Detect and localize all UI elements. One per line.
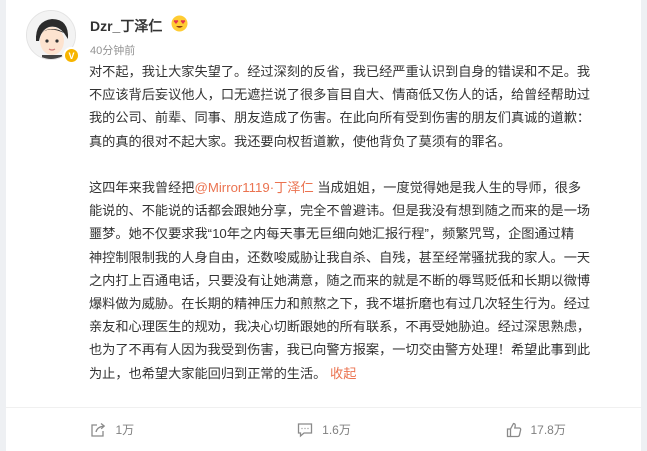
weibo-post-card: V Dzr_丁泽仁 40分钟前 对不起，我让大家失望了。经过深刻的反省，我已经严… — [6, 0, 641, 451]
post-line: 爆料做为威胁。在长期的精神压力和煎熬之下，我不堪折磨也有过几次轻生行为。经过 — [89, 296, 591, 312]
post-line: 为止，也希望大家能回归到正常的生活。 收起 — [89, 362, 625, 385]
heart-eyes-emoji-icon — [171, 15, 188, 32]
user-mention-link[interactable]: @Mirror1119·丁泽仁 — [195, 180, 314, 195]
post-line: 神控制限制我的人身自由，还数唆威胁让我自杀、自残，甚至经常骚扰我的家人。一天 — [89, 249, 591, 265]
post-line: 这四年来我曾经把@Mirror1119·丁泽仁 当成姐姐，一度觉得她是我人生的导… — [89, 176, 625, 199]
post-text-fragment: 这四年来我曾经把 — [89, 180, 195, 195]
post-text: 对不起，我让大家失望了。经过深刻的反省，我已经严重认识到自身的错误和不足。我 不… — [89, 60, 625, 385]
share-count: 1万 — [115, 423, 135, 437]
post-line: 不应该背后妄议他人，口无遮拦说了很多盲目自大、情商低又伤人的话，给曾经帮助过 — [89, 87, 591, 103]
comment-count: 1.6万 — [322, 423, 351, 437]
like-button[interactable]: 17.8万 — [429, 408, 641, 451]
post-line: 亲友和心理医生的规劝，我决心切断跟她的所有联系，不再受她胁迫。经过深思熟虑， — [89, 319, 591, 335]
post-line: 能说的、不能说的话都会跟她分享，完全不曾避讳。但是我没有想到随之而来的是一场 — [89, 203, 591, 219]
like-count: 17.8万 — [530, 423, 566, 437]
share-button[interactable]: 1万 — [6, 408, 218, 451]
action-bar: 1万 1.6万 17.8万 — [6, 407, 641, 451]
post-line: 之内打上百通电话，只要没有让她满意，随之而来的就是不断的辱骂贬低和长期以微博 — [89, 272, 591, 288]
post-text-fragment: 为止，也希望大家能回归到正常的生活。 — [89, 365, 331, 381]
post-line: 也为了不再有人因为我受到伤害，我已向警方报案，一切交由警方处理！希望此事到此 — [89, 342, 591, 358]
post-timestamp[interactable]: 40分钟前 — [90, 42, 135, 58]
post-line: 噩梦。她不仅要求我“10年之内每天事无巨细向她汇报行程”，频繁咒骂，企图通过精 — [89, 226, 575, 242]
post-line: 我的公司、前辈、同事、朋友造成了伤害。在此向所有受到伤害的朋友们真诚的道歉： — [89, 110, 591, 126]
comment-icon — [296, 421, 314, 439]
thumbs-up-icon — [505, 421, 523, 439]
post-line: 真的真的很对不起大家。我还要向权哲道歉，使他背负了莫须有的罪名。 — [89, 133, 511, 149]
share-icon — [89, 421, 107, 439]
avatar[interactable]: V — [26, 10, 80, 64]
comment-button[interactable]: 1.6万 — [218, 408, 430, 451]
post-line: 对不起，我让大家失望了。经过深刻的反省，我已经严重认识到自身的错误和不足。我 — [89, 64, 591, 79]
username[interactable]: Dzr_丁泽仁 — [90, 16, 162, 36]
verified-badge-icon: V — [63, 47, 80, 64]
collapse-link[interactable]: 收起 — [330, 366, 356, 381]
post-text-fragment: 当成姐姐，一度觉得她是我人生的导师，很多 — [313, 180, 582, 195]
